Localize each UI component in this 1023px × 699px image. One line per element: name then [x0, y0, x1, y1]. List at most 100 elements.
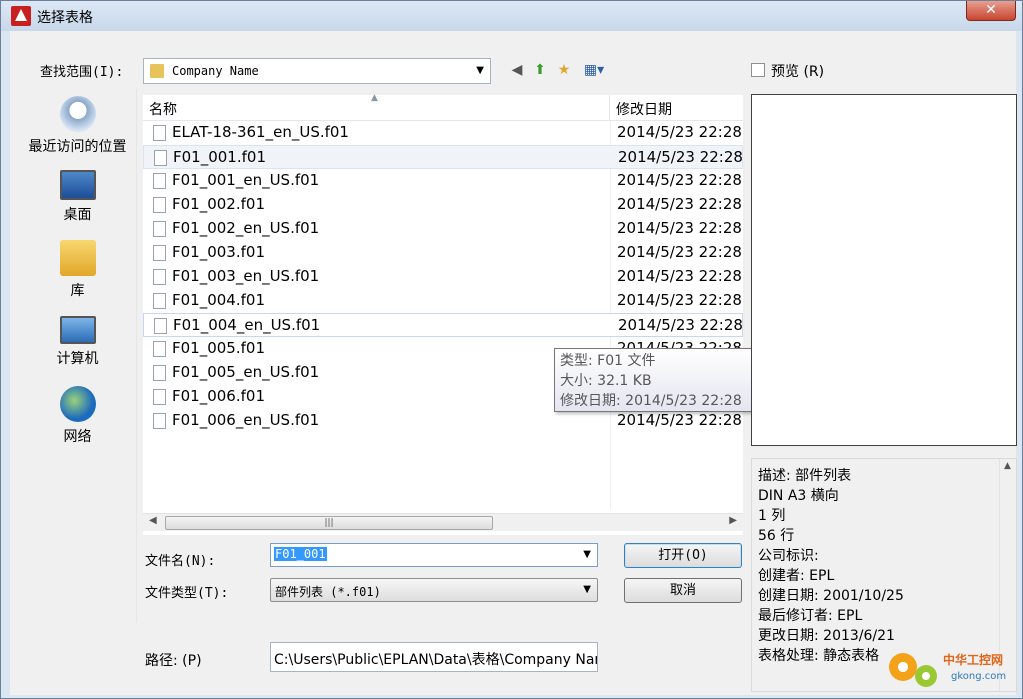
file-row[interactable]: ELAT-18-361_en_US.f01 2014/5/23 22:28 — [143, 121, 743, 145]
horizontal-scrollbar[interactable]: ◀ ||| ▶ — [143, 513, 743, 531]
tooltip-size: 大小: 32.1 KB — [560, 373, 652, 389]
path-label: 路径: (P) — [145, 653, 202, 669]
preview-label[interactable]: 预览 (R) — [771, 61, 824, 81]
preview-checkbox[interactable] — [751, 63, 765, 77]
document-icon — [153, 197, 166, 213]
document-icon — [153, 245, 166, 261]
description-line: 描述: 部件列表 — [758, 468, 852, 484]
gear-icon — [915, 665, 937, 687]
file-row[interactable]: F01_004_en_US.f01 2014/5/23 22:28 — [143, 313, 743, 337]
place-desktop[interactable]: 桌面 — [18, 170, 137, 224]
new-folder-icon[interactable]: ★ — [554, 60, 574, 80]
dialog-body: 查找范围(I): Company Name ▼ ◀ ⬆ ★ ▦▾ 预览 (R) … — [10, 31, 1017, 695]
place-library[interactable]: 库 — [18, 240, 137, 300]
document-icon — [153, 365, 166, 381]
document-icon — [153, 269, 166, 285]
description-line: 创建日期: 2001/10/25 — [758, 588, 904, 604]
folder-icon — [150, 64, 164, 78]
description-line: 公司标识: — [758, 548, 819, 564]
up-folder-icon[interactable]: ⬆ — [530, 60, 550, 80]
tooltip-modified: 修改日期: 2014/5/23 22:28 — [560, 393, 742, 409]
place-label: 桌面 — [63, 207, 92, 223]
file-name: ELAT-18-361_en_US.f01 — [172, 123, 349, 141]
column-header-date[interactable]: 修改日期 — [610, 95, 743, 121]
file-row[interactable]: F01_002.f01 2014/5/23 22:28 — [143, 193, 743, 217]
file-row[interactable]: F01_002_en_US.f01 2014/5/23 22:28 — [143, 217, 743, 241]
file-date: 2014/5/23 22:28 — [617, 195, 742, 213]
file-name: F01_002.f01 — [172, 195, 265, 213]
description-line: 1 列 — [758, 508, 786, 524]
file-name: F01_004_en_US.f01 — [173, 316, 321, 334]
file-date: 2014/5/23 22:28 — [617, 411, 742, 429]
scroll-left-icon[interactable]: ◀ — [149, 515, 157, 526]
library-icon — [59, 240, 96, 276]
filetype-value: 部件列表 (*.f01) — [275, 585, 381, 599]
back-icon[interactable]: ◀ — [507, 60, 527, 80]
place-computer[interactable]: 计算机 — [18, 316, 137, 368]
filename-label: 文件名(N): — [145, 554, 216, 569]
close-button[interactable]: ✕ — [966, 1, 1016, 21]
computer-icon — [59, 316, 96, 344]
description-line: 表格处理: 静态表格 — [758, 648, 880, 664]
file-date: 2014/5/23 22:28 — [617, 267, 742, 285]
watermark-domain: gkong.com — [951, 671, 1007, 682]
title-bar[interactable]: 选择表格 ✕ — [1, 1, 1022, 31]
place-label: 计算机 — [56, 351, 99, 367]
place-label: 库 — [70, 283, 85, 299]
file-row[interactable]: F01_001.f01 2014/5/23 22:28 — [143, 145, 743, 169]
file-name: F01_004.f01 — [172, 291, 265, 309]
file-row[interactable]: F01_006_en_US.f01 2014/5/23 22:28 — [143, 409, 743, 433]
file-row[interactable]: F01_001_en_US.f01 2014/5/23 22:28 — [143, 169, 743, 193]
description-line: 创建者: EPL — [758, 568, 835, 584]
place-label: 最近访问的位置 — [28, 139, 127, 155]
document-icon — [154, 318, 167, 334]
network-icon — [59, 386, 96, 422]
description-line: 56 行 — [758, 528, 795, 544]
scroll-right-icon[interactable]: ▶ — [729, 515, 737, 526]
column-header-name[interactable]: 名称 ▲ — [143, 93, 610, 121]
description-line: 最后修订者: EPL — [758, 608, 863, 624]
chevron-down-icon[interactable]: ▼ — [583, 549, 591, 560]
cancel-button[interactable]: 取消 — [624, 578, 742, 603]
file-row[interactable]: F01_003.f01 2014/5/23 22:28 — [143, 241, 743, 265]
file-date: 2014/5/23 22:28 — [617, 291, 742, 309]
description-line: DIN A3 横向 — [758, 488, 839, 504]
place-network[interactable]: 网络 — [18, 386, 137, 446]
file-list[interactable]: 名称 ▲ 修改日期 ELAT-18-361_en_US.f01 2014/5/23… — [143, 93, 743, 535]
filetype-select[interactable]: 部件列表 (*.f01) ▼ — [270, 578, 598, 602]
preview-pane — [751, 94, 1017, 446]
scrollbar-thumb[interactable]: ||| — [165, 516, 493, 530]
description-line: 更改日期: 2013/6/21 — [758, 628, 895, 644]
select-form-dialog: 选择表格 ✕ 查找范围(I): Company Name ▼ ◀ ⬆ ★ ▦▾ … — [0, 0, 1023, 699]
file-name: F01_003.f01 — [172, 243, 265, 261]
path-field[interactable]: C:\Users\Public\EPLAN\Data\表格\Company Na… — [270, 642, 598, 672]
document-icon — [153, 125, 166, 141]
document-icon — [154, 150, 167, 166]
open-button[interactable]: 打开(O) — [624, 543, 742, 568]
file-date: 2014/5/23 22:28 — [617, 171, 742, 189]
file-name: F01_001_en_US.f01 — [172, 171, 320, 189]
document-icon — [153, 221, 166, 237]
filename-value: F01_001 — [274, 547, 327, 561]
look-in-combo[interactable]: Company Name ▼ — [143, 58, 491, 84]
place-recent[interactable]: 最近访问的位置 — [18, 96, 137, 156]
recent-places-icon — [59, 96, 96, 132]
place-label: 网络 — [63, 429, 92, 445]
document-icon — [153, 413, 166, 429]
file-name: F01_006.f01 — [172, 387, 265, 405]
file-row[interactable]: F01_003_en_US.f01 2014/5/23 22:28 — [143, 265, 743, 289]
file-name: F01_001.f01 — [173, 148, 266, 166]
file-date: 2014/5/23 22:28 — [617, 219, 742, 237]
scroll-up-icon[interactable]: ▲ — [1004, 461, 1011, 471]
filename-input[interactable]: F01_001 ▼ — [270, 543, 598, 567]
chevron-down-icon[interactable]: ▼ — [583, 584, 591, 595]
file-info-tooltip: 类型: F01 文件 大小: 32.1 KB 修改日期: 2014/5/23 2… — [554, 348, 752, 412]
look-in-value: Company Name — [172, 64, 259, 78]
file-row[interactable]: F01_004.f01 2014/5/23 22:28 — [143, 289, 743, 313]
eplan-app-icon — [11, 6, 31, 26]
places-bar: 最近访问的位置 桌面 库 计算机 网络 — [18, 88, 137, 623]
path-value: C:\Users\Public\EPLAN\Data\表格\Company Na… — [274, 652, 598, 668]
chevron-down-icon[interactable]: ▼ — [476, 65, 484, 76]
view-menu-icon[interactable]: ▦▾ — [578, 60, 610, 80]
file-name: F01_002_en_US.f01 — [172, 219, 320, 237]
